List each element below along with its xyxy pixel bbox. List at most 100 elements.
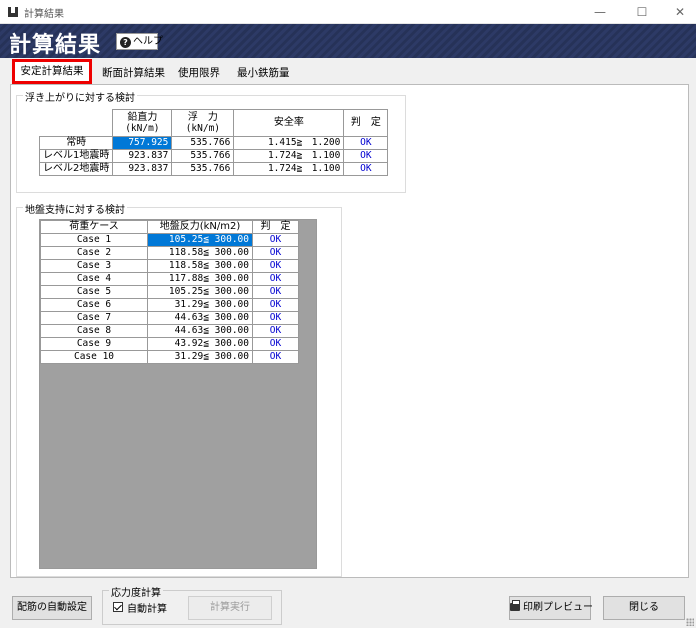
minimize-button[interactable]: —: [582, 0, 618, 24]
tab-panel: 浮き上がりに対する検討 鉛直力 (kN/m) 浮 力 (kN/m) 安全率 判 定 …: [10, 84, 689, 578]
uplift-table: 鉛直力 (kN/m) 浮 力 (kN/m) 安全率 判 定 常時 757.925 5…: [38, 109, 389, 176]
bearing-group-title: 地盤支持に対する検討: [23, 201, 127, 216]
safety-cell[interactable]: 1.415≧ 1.200: [233, 136, 345, 150]
judge-cell[interactable]: OK: [252, 350, 299, 364]
vertical-force-label: 鉛直力: [127, 112, 158, 123]
table-row[interactable]: Case 3 118.58≦ 300.00 OK: [40, 259, 299, 273]
vertical-cell[interactable]: 757.925: [112, 136, 173, 150]
buoyancy-label: 浮 力: [187, 112, 218, 123]
buoyancy-cell[interactable]: 535.766: [171, 162, 235, 176]
table-row[interactable]: Case 2 118.58≦ 300.00 OK: [40, 246, 299, 260]
stress-calc-group: 応力度計算 自動計算 計算実行: [102, 584, 282, 625]
vertical-force-header: 鉛直力 (kN/m): [112, 109, 173, 137]
judge-cell[interactable]: OK: [252, 233, 299, 247]
help-label: ヘルプ: [133, 36, 163, 47]
tab-min-rebar[interactable]: 最小鉄筋量: [237, 63, 290, 83]
reaction-cell[interactable]: 117.88≦ 300.00: [147, 272, 253, 286]
safety-cell[interactable]: 1.724≧ 1.100: [233, 149, 345, 163]
reaction-cell[interactable]: 105.25≦ 300.00: [147, 285, 253, 299]
reaction-cell[interactable]: 118.58≦ 300.00: [147, 259, 253, 273]
tab-section-results[interactable]: 断面計算結果: [102, 63, 165, 83]
reaction-cell[interactable]: 31.29≦ 300.00: [147, 298, 253, 312]
table-row[interactable]: Case 6 31.29≦ 300.00 OK: [40, 298, 299, 312]
stress-calc-group-title: 応力度計算: [109, 584, 163, 599]
judge-cell[interactable]: OK: [252, 272, 299, 286]
tab-serviceability-limit[interactable]: 使用限界: [178, 63, 220, 83]
reaction-cell[interactable]: 43.92≦ 300.00: [147, 337, 253, 351]
case-cell[interactable]: Case 5: [40, 285, 148, 299]
close-button[interactable]: 閉じる: [603, 596, 685, 620]
buoyancy-cell[interactable]: 535.766: [171, 136, 235, 150]
header-banner: 計算結果 ? ヘルプ: [0, 24, 696, 58]
judge-cell[interactable]: OK: [343, 162, 389, 176]
calc-exec-button[interactable]: 計算実行: [188, 596, 272, 620]
judge-cell[interactable]: OK: [252, 259, 299, 273]
judge-cell[interactable]: OK: [343, 149, 389, 163]
case-cell[interactable]: Case 9: [40, 337, 148, 351]
judge-cell[interactable]: OK: [252, 337, 299, 351]
case-cell[interactable]: Case 1: [40, 233, 148, 247]
table-row[interactable]: Case 4 117.88≦ 300.00 OK: [40, 272, 299, 286]
case-cell[interactable]: レベル1地震時: [38, 149, 114, 163]
tab-stability-results[interactable]: 安定計算結果: [12, 59, 92, 84]
case-cell[interactable]: Case 8: [40, 324, 148, 338]
table-row[interactable]: Case 9 43.92≦ 300.00 OK: [40, 337, 299, 351]
app-icon: [8, 7, 18, 17]
footer-bar: 配筋の自動設定 応力度計算 自動計算 計算実行 印刷プレビュー 閉じる: [0, 578, 696, 628]
print-preview-label: 印刷プレビュー: [523, 602, 593, 613]
close-window-button[interactable]: ✕: [662, 0, 696, 24]
table-row[interactable]: Case 1 105.25≦ 300.00 OK: [40, 233, 299, 247]
safety-factor-header: 安全率: [233, 109, 345, 137]
judge-cell[interactable]: OK: [252, 311, 299, 325]
auto-calc-checkbox[interactable]: [113, 602, 123, 612]
judge-cell[interactable]: OK: [252, 246, 299, 260]
case-cell[interactable]: Case 6: [40, 298, 148, 312]
bearing-judge-header: 判 定: [252, 220, 299, 234]
help-button[interactable]: ? ヘルプ: [116, 33, 163, 50]
window-title: 計算結果: [24, 9, 64, 20]
table-row[interactable]: Case 5 105.25≦ 300.00 OK: [40, 285, 299, 299]
case-cell[interactable]: Case 4: [40, 272, 148, 286]
case-cell[interactable]: 常時: [38, 136, 114, 150]
auto-calc-label[interactable]: 自動計算: [127, 600, 167, 615]
table-row[interactable]: Case 7 44.63≦ 300.00 OK: [40, 311, 299, 325]
load-case-header: 荷重ケース: [40, 220, 148, 234]
uplift-judge-header: 判 定: [343, 109, 389, 137]
reaction-cell[interactable]: 44.63≦ 300.00: [147, 324, 253, 338]
case-cell[interactable]: Case 10: [40, 350, 148, 364]
case-cell[interactable]: Case 7: [40, 311, 148, 325]
print-preview-button[interactable]: 印刷プレビュー: [509, 596, 593, 620]
page-title: 計算結果: [9, 33, 102, 58]
auto-rebar-button[interactable]: 配筋の自動設定: [12, 596, 92, 620]
resize-grip-icon[interactable]: [686, 618, 694, 626]
table-row[interactable]: レベル1地震時 923.837 535.766 1.724≧ 1.100 OK: [38, 149, 389, 163]
table-row[interactable]: Case 8 44.63≦ 300.00 OK: [40, 324, 299, 338]
table-row[interactable]: レベル2地震時 923.837 535.766 1.724≧ 1.100 OK: [38, 162, 389, 176]
vertical-cell[interactable]: 923.837: [112, 162, 173, 176]
judge-cell[interactable]: OK: [252, 298, 299, 312]
reaction-cell[interactable]: 31.29≦ 300.00: [147, 350, 253, 364]
safety-cell[interactable]: 1.724≧ 1.100: [233, 162, 345, 176]
table-row[interactable]: 常時 757.925 535.766 1.415≧ 1.200 OK: [38, 136, 389, 150]
printer-icon: [510, 600, 520, 611]
case-cell[interactable]: レベル2地震時: [38, 162, 114, 176]
question-circle-icon: ?: [120, 37, 131, 48]
judge-cell[interactable]: OK: [252, 285, 299, 299]
bearing-grid-area[interactable]: 荷重ケース 地盤反力(kN/m2) 判 定 Case 1 105.25≦ 300.…: [39, 219, 317, 569]
case-cell[interactable]: Case 3: [40, 259, 148, 273]
maximize-button[interactable]: ☐: [624, 0, 660, 24]
uplift-header-blank: [38, 109, 114, 137]
uplift-group: 浮き上がりに対する検討 鉛直力 (kN/m) 浮 力 (kN/m) 安全率 判 定 …: [16, 89, 406, 193]
table-row[interactable]: Case 10 31.29≦ 300.00 OK: [40, 350, 299, 364]
reaction-cell[interactable]: 44.63≦ 300.00: [147, 311, 253, 325]
buoyancy-cell[interactable]: 535.766: [171, 149, 235, 163]
bearing-group: 地盤支持に対する検討 荷重ケース 地盤反力(kN/m2) 判 定 Case 11…: [16, 201, 342, 577]
buoyancy-unit: (kN/m): [185, 123, 221, 134]
judge-cell[interactable]: OK: [252, 324, 299, 338]
vertical-cell[interactable]: 923.837: [112, 149, 173, 163]
case-cell[interactable]: Case 2: [40, 246, 148, 260]
judge-cell[interactable]: OK: [343, 136, 389, 150]
uplift-group-title: 浮き上がりに対する検討: [23, 89, 137, 104]
reaction-cell[interactable]: 118.58≦ 300.00: [147, 246, 253, 260]
reaction-cell[interactable]: 105.25≦ 300.00: [147, 233, 253, 247]
